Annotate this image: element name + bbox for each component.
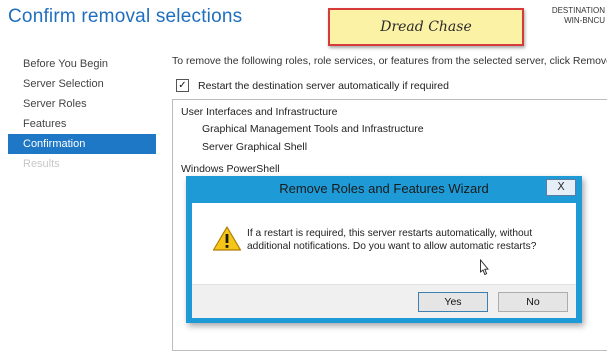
dialog-message: If a restart is required, this server re… [247,228,537,252]
mouse-pointer-icon [480,259,489,276]
sticky-note: Dread Chase [328,8,524,46]
destination-server-name: WIN-BNCU [564,16,605,25]
sidebar-item-server-selection[interactable]: Server Selection [0,74,160,94]
sidebar-item-results: Results [23,158,60,170]
yes-button[interactable]: Yes [418,292,488,312]
intro-text: To remove the following roles, role serv… [172,55,607,67]
warning-icon [212,226,242,251]
sidebar-item-before-you-begin[interactable]: Before You Begin [0,54,160,74]
sidebar-item-server-roles[interactable]: Server Roles [0,94,160,114]
sidebar-item-features[interactable]: Features [0,114,160,134]
dialog-footer: Yes No [192,284,576,318]
restart-checkbox-row[interactable]: ✓ Restart the destination server automat… [176,79,449,92]
destination-label: DESTINATION [551,6,605,15]
list-item: User Interfaces and Infrastructure [181,106,338,118]
restart-checkbox[interactable]: ✓ [176,79,189,92]
sidebar-item-confirmation[interactable]: Confirmation [8,134,156,154]
no-button[interactable]: No [498,292,568,312]
page-title: Confirm removal selections [8,6,243,27]
restart-checkbox-label[interactable]: Restart the destination server automatic… [198,80,449,92]
wizard-sidebar: Before You Begin Server Selection Server… [0,54,160,174]
restart-confirm-dialog: Remove Roles and Features Wizard X If a … [186,176,582,323]
list-item: Windows PowerShell [181,163,280,175]
dialog-body: If a restart is required, this server re… [192,203,576,318]
dialog-close-button[interactable]: X [546,179,576,196]
sticky-note-text: Dread Chase [380,19,472,35]
list-item: Server Graphical Shell [202,141,308,153]
destination-server-info: DESTINATION WIN-BNCU [552,6,605,26]
list-item: Graphical Management Tools and Infrastru… [202,123,424,135]
dialog-title: Remove Roles and Features Wizard [279,181,489,196]
